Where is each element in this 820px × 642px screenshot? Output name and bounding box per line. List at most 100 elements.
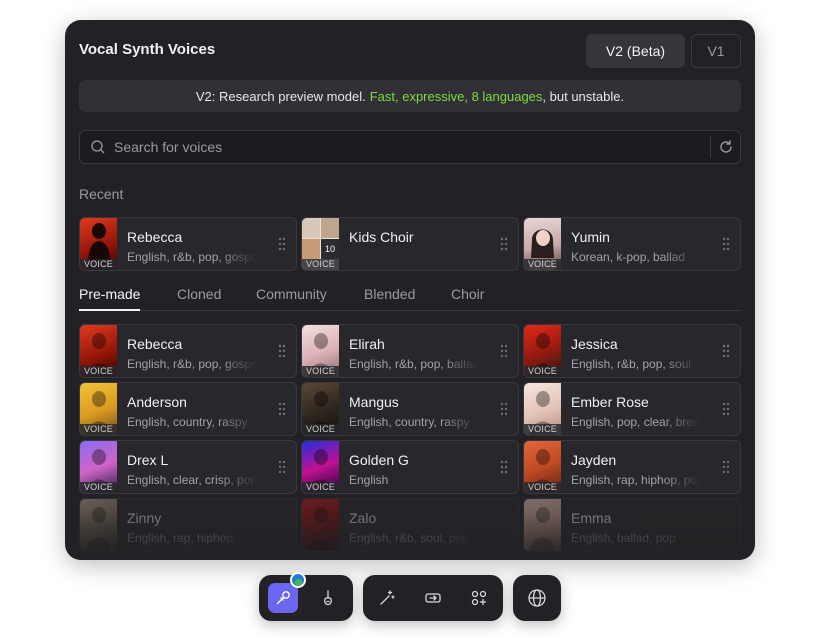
voice-badge: VOICE: [302, 424, 339, 435]
voice-card[interactable]: VOICE Rebecca English, r&b, pop, gospel: [79, 324, 297, 378]
search-divider: [710, 136, 711, 158]
voice-card[interactable]: VOICE Ember Rose English, pop, clear, brea…: [523, 382, 741, 436]
voice-name: Drex L: [127, 452, 169, 468]
voice-card[interactable]: Zalo English, r&b, soul, pop: [301, 498, 519, 552]
version-v2-button[interactable]: V2 (Beta): [586, 34, 685, 68]
voice-avatar: VOICE: [524, 218, 561, 270]
magic-tool-button[interactable]: [372, 583, 402, 613]
voice-card[interactable]: VOICE Jayden English, rap, hiphop, pop: [523, 440, 741, 494]
drag-handle-icon[interactable]: [722, 344, 730, 358]
voice-tags: English, r&b, pop, gospel: [127, 250, 257, 264]
convert-tool-button[interactable]: [418, 583, 448, 613]
voice-avatar: VOICE: [302, 325, 339, 377]
user-avatar-icon[interactable]: [290, 572, 306, 588]
voice-badge: VOICE: [524, 366, 561, 377]
drag-handle-icon[interactable]: [722, 402, 730, 416]
voice-tags: English, r&b, soul, pop: [349, 531, 470, 545]
voice-card[interactable]: VOICE Jessica English, r&b, pop, soul: [523, 324, 741, 378]
drag-handle-icon[interactable]: [500, 344, 508, 358]
drag-handle-icon[interactable]: [278, 237, 286, 251]
voice-name: Kids Choir: [349, 229, 414, 245]
tab-pre-made[interactable]: Pre-made: [79, 286, 141, 311]
voice-avatar: VOICE: [524, 325, 561, 377]
voice-badge: VOICE: [302, 259, 339, 270]
voice-badge: VOICE: [524, 482, 561, 493]
voice-tags: English, country, raspy: [127, 415, 248, 429]
voice-avatar: VOICE: [524, 383, 561, 435]
drag-handle-icon[interactable]: [722, 237, 730, 251]
voice-badge: VOICE: [524, 424, 561, 435]
dock-group-voice: [259, 572, 353, 621]
model-info-banner: V2: Research preview model. Fast, expres…: [79, 80, 741, 112]
dock-group-language: [513, 575, 561, 621]
convert-icon: [425, 593, 441, 603]
voice-tags: English, ballad, pop: [571, 531, 676, 545]
drag-handle-icon[interactable]: [500, 402, 508, 416]
voice-card[interactable]: VOICE Anderson English, country, raspy: [79, 382, 297, 436]
voice-name: Emma: [571, 510, 612, 526]
voice-name: Anderson: [127, 394, 187, 410]
voice-name: Mangus: [349, 394, 399, 410]
voice-name: Jayden: [571, 452, 617, 468]
voice-badge: VOICE: [302, 366, 339, 377]
recent-heading: Recent: [79, 186, 124, 202]
voice-badge: VOICE: [80, 482, 117, 493]
voice-name: Elirah: [349, 336, 385, 352]
voice-badge: VOICE: [80, 366, 117, 377]
magic-wand-icon: [380, 590, 395, 605]
refresh-icon[interactable]: [718, 139, 734, 155]
microphone-icon: [276, 591, 290, 605]
voice-badge: VOICE: [302, 482, 339, 493]
version-v1-button[interactable]: V1: [691, 34, 741, 68]
recent-voice-card[interactable]: VOICE Rebecca English, r&b, pop, gospel: [79, 217, 297, 271]
voice-card[interactable]: VOICE Golden G English: [301, 440, 519, 494]
drag-handle-icon[interactable]: [278, 402, 286, 416]
voice-card[interactable]: VOICE Drex L English, clear, crisp, pop: [79, 440, 297, 494]
voice-tool-button[interactable]: [268, 583, 298, 613]
choir-avatar-grid: 10 VOICE: [302, 218, 339, 270]
voice-name: Rebecca: [127, 336, 183, 352]
voice-name: Ember Rose: [571, 394, 649, 410]
voice-name: Golden G: [349, 452, 409, 468]
apps-tool-button[interactable]: [464, 583, 494, 613]
search-input[interactable]: [114, 131, 694, 163]
voice-name: Zinny: [127, 510, 162, 526]
instrument-tool-button[interactable]: [313, 583, 343, 613]
voice-name: Zalo: [349, 510, 377, 526]
tab-community[interactable]: Community: [256, 286, 327, 309]
voice-avatar: VOICE: [80, 218, 117, 270]
drag-handle-icon[interactable]: [278, 460, 286, 474]
search-bar: [79, 130, 741, 164]
language-button[interactable]: [522, 583, 552, 613]
banner-suffix: , but unstable.: [542, 88, 625, 104]
recent-voice-card[interactable]: 10 VOICE Kids Choir: [301, 217, 519, 271]
voice-tags: English, clear, crisp, pop: [127, 473, 257, 487]
drag-handle-icon[interactable]: [500, 237, 508, 251]
recent-voice-card[interactable]: VOICE Yumin Korean, k-pop, ballad: [523, 217, 741, 271]
tab-choir[interactable]: Choir: [451, 286, 484, 309]
tab-blended[interactable]: Blended: [364, 286, 415, 309]
choir-count: 10: [321, 239, 339, 259]
voice-card[interactable]: VOICE Mangus English, country, raspy: [301, 382, 519, 436]
drag-handle-icon[interactable]: [722, 460, 730, 474]
voice-tags: English, r&b, pop, gospel: [127, 357, 257, 371]
dock-group-tools: [363, 575, 503, 621]
voice-name: Jessica: [571, 336, 618, 352]
voice-tags: Korean, k-pop, ballad: [571, 250, 686, 264]
voice-card[interactable]: VOICE Elirah English, r&b, pop, ballad: [301, 324, 519, 378]
drag-handle-icon[interactable]: [500, 460, 508, 474]
voice-name: Rebecca: [127, 229, 183, 245]
voice-card[interactable]: Zinny English, rap, hiphop: [79, 498, 297, 552]
apps-add-icon: [471, 590, 487, 606]
voices-panel: Vocal Synth Voices V2 (Beta) V1 V2: Rese…: [65, 20, 755, 560]
voice-avatar: VOICE: [80, 325, 117, 377]
drag-handle-icon[interactable]: [278, 344, 286, 358]
voice-avatar: [302, 499, 339, 551]
tab-cloned[interactable]: Cloned: [177, 286, 221, 309]
voice-tags: English, r&b, pop, ballad: [349, 357, 479, 371]
voice-card[interactable]: Emma English, ballad, pop: [523, 498, 741, 552]
voice-tags: English, r&b, pop, soul: [571, 357, 692, 371]
category-tabs: Pre-made Cloned Community Blended Choir: [79, 286, 741, 311]
voice-tags: English, pop, clear, breathy: [571, 415, 701, 429]
voice-tags: English: [349, 473, 389, 487]
